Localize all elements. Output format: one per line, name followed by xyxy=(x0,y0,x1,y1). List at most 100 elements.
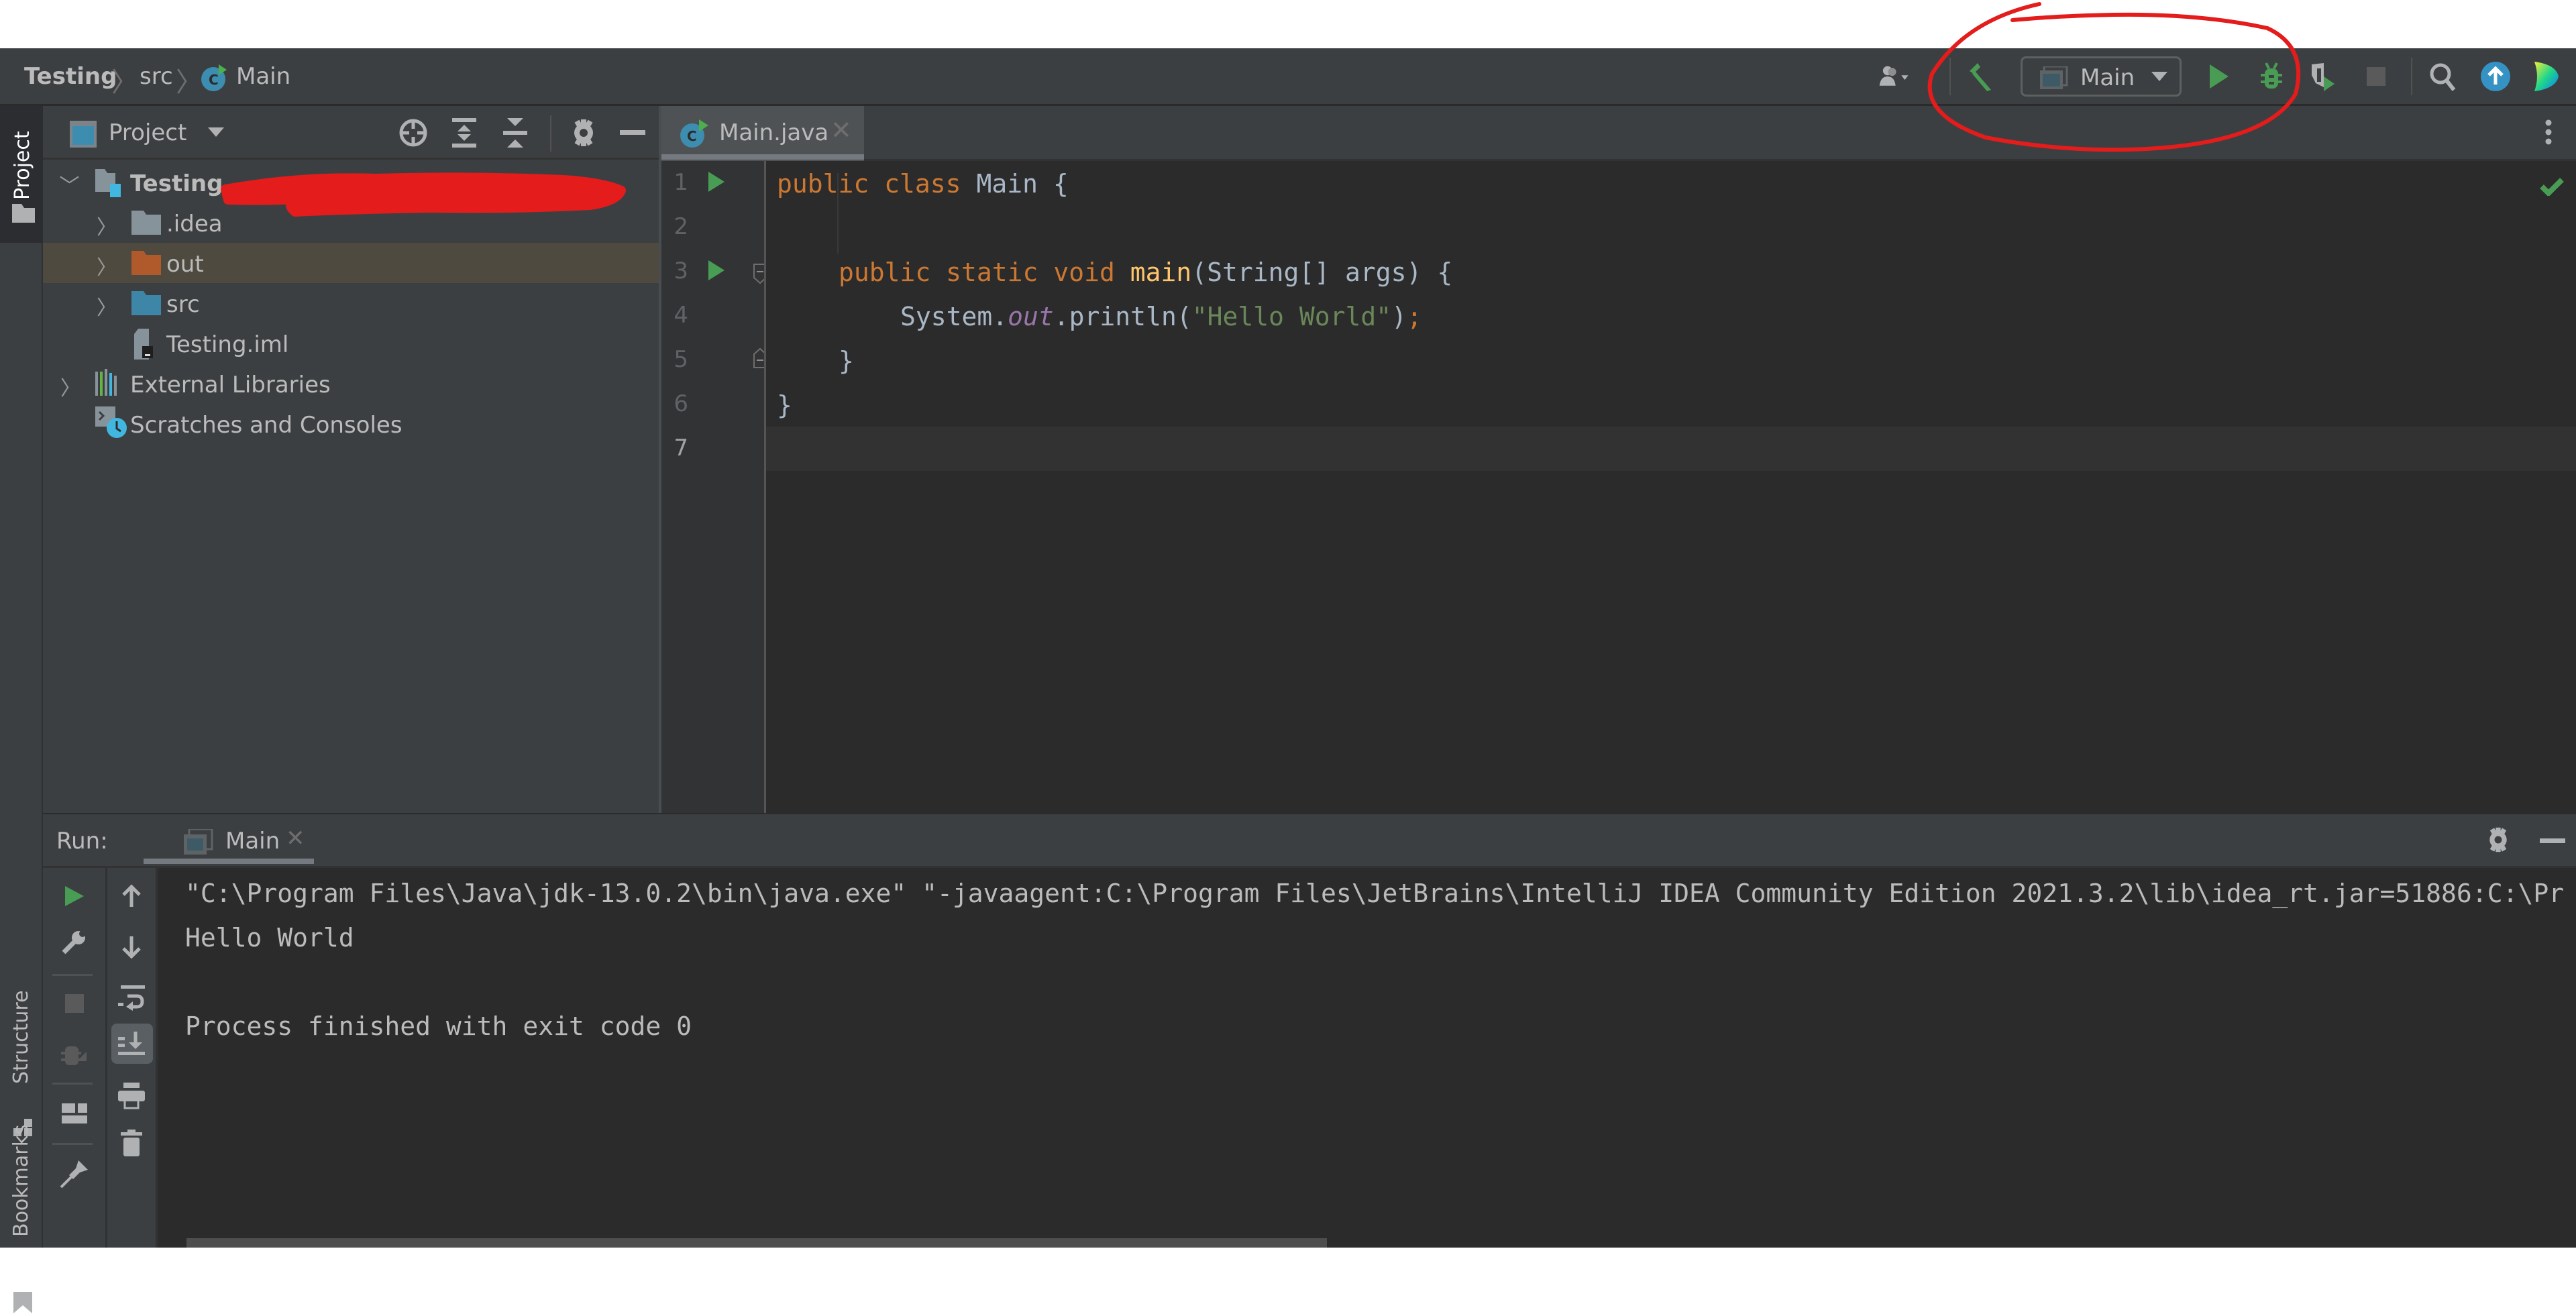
project-panel: Project 〉 Testing 〉 .idea 〉 out 〉 src Te… xyxy=(43,106,661,813)
minimize-icon[interactable] xyxy=(2540,838,2565,843)
collapse-all-icon[interactable] xyxy=(502,118,529,150)
run-with-coverage-icon[interactable] xyxy=(2308,60,2340,93)
chevron-right-icon[interactable]: 〉 xyxy=(97,291,117,321)
update-icon[interactable] xyxy=(2479,60,2512,93)
debug-restart-icon[interactable] xyxy=(43,1036,105,1076)
run-console-output[interactable]: "C:\Program Files\Java\jdk-13.0.2\bin\ja… xyxy=(158,868,2576,1248)
close-tab-icon[interactable]: ✕ xyxy=(286,825,305,852)
edit-configuration-wrench-icon[interactable] xyxy=(43,922,105,962)
tree-item-scratches[interactable]: Scratches and Consoles xyxy=(43,404,659,444)
toolbar-separator xyxy=(52,1143,93,1145)
run-tab-main[interactable]: Main ✕ xyxy=(144,814,318,867)
libraries-icon xyxy=(95,369,125,398)
toolbar-separator xyxy=(550,115,551,152)
project-view-icon xyxy=(70,121,97,150)
no-problems-check-icon[interactable] xyxy=(2540,177,2564,199)
editor-tab-main-java[interactable]: C Main.java ✕ xyxy=(661,106,864,161)
chevron-right-icon[interactable]: 〉 xyxy=(97,211,117,240)
svg-text:C: C xyxy=(209,72,219,88)
breadcrumb-separator: 〉 xyxy=(176,67,203,98)
arrow-down-icon[interactable] xyxy=(107,927,156,967)
active-tab-indicator xyxy=(661,154,864,160)
more-options-icon[interactable] xyxy=(2544,119,2553,149)
module-folder-icon xyxy=(95,169,122,201)
run-gutter-icon[interactable] xyxy=(707,259,726,284)
excluded-folder-icon xyxy=(131,251,161,278)
run-tab-label: Main xyxy=(225,828,280,855)
tool-tab-project[interactable]: Project xyxy=(0,106,43,243)
user-dropdown-icon[interactable] xyxy=(1878,60,1911,93)
java-class-icon: C xyxy=(679,118,710,152)
expand-all-icon[interactable] xyxy=(451,118,478,150)
line-number: 6 xyxy=(674,390,688,417)
jetbrains-toolbox-icon[interactable] xyxy=(2529,60,2561,93)
chevron-down-icon[interactable]: 〉 xyxy=(56,175,85,195)
run-icon[interactable] xyxy=(2203,60,2235,93)
console-horizontal-scrollbar[interactable] xyxy=(186,1238,1327,1248)
minimize-icon[interactable] xyxy=(620,130,645,135)
tool-tab-structure[interactable]: Structure xyxy=(0,938,43,1105)
chevron-right-icon[interactable]: 〉 xyxy=(60,372,80,401)
pin-icon[interactable] xyxy=(43,1154,105,1194)
run-configuration-selector[interactable]: Main xyxy=(2021,56,2182,97)
project-panel-header: Project xyxy=(43,106,661,160)
tool-tab-structure-label: Structure xyxy=(9,990,33,1084)
run-gutter-icon[interactable] xyxy=(707,170,726,196)
tree-item-testing[interactable]: 〉 Testing xyxy=(43,162,659,203)
close-tab-icon[interactable]: ✕ xyxy=(830,115,852,145)
gear-icon[interactable] xyxy=(2485,826,2512,856)
folder-icon xyxy=(131,211,161,237)
tree-label: out xyxy=(166,251,204,278)
bookmark-icon xyxy=(13,1292,32,1316)
code-line-1: public class Main { xyxy=(777,169,1069,199)
line-number: 3 xyxy=(674,258,688,284)
line-number: 5 xyxy=(674,346,688,373)
breadcrumb-main[interactable]: Main xyxy=(236,63,290,90)
search-icon[interactable] xyxy=(2427,60,2459,93)
tool-tab-bookmarks[interactable]: Bookmarks xyxy=(0,1099,43,1246)
left-tool-window-strip: Project Structure Bookmarks xyxy=(0,106,43,1313)
tree-item-src[interactable]: 〉 src xyxy=(43,283,659,323)
gear-icon[interactable] xyxy=(569,118,598,150)
breadcrumb-src[interactable]: src xyxy=(140,63,173,90)
stop-icon[interactable] xyxy=(2360,60,2392,93)
tree-label: External Libraries xyxy=(130,372,331,398)
run-config-icon xyxy=(184,828,213,859)
locate-icon[interactable] xyxy=(398,118,428,150)
iml-file-icon xyxy=(134,329,158,362)
run-config-label: Main xyxy=(2080,64,2135,91)
tree-item-external-libraries[interactable]: 〉 External Libraries xyxy=(43,364,659,404)
soft-wrap-icon[interactable] xyxy=(107,978,156,1018)
tree-label: Scratches and Consoles xyxy=(130,412,402,439)
breadcrumb-project[interactable]: Testing xyxy=(24,63,117,90)
source-folder-icon xyxy=(131,291,161,318)
tree-item-idea[interactable]: 〉 .idea xyxy=(43,203,659,243)
run-toolbar-primary xyxy=(43,868,107,1248)
toolbar-separator xyxy=(1949,58,1951,95)
line-number: 1 xyxy=(674,169,688,196)
svg-text:C: C xyxy=(687,128,697,144)
clear-all-trash-icon[interactable] xyxy=(107,1123,156,1163)
debug-icon[interactable] xyxy=(2255,60,2288,93)
run-label: Run: xyxy=(56,828,108,855)
current-line-highlight xyxy=(766,427,2576,471)
editor-tab-label: Main.java xyxy=(719,119,829,146)
layout-icon[interactable] xyxy=(43,1093,105,1134)
tool-tab-project-label: Project xyxy=(11,131,34,200)
arrow-up-icon[interactable] xyxy=(107,876,156,916)
tree-item-out[interactable]: 〉 out xyxy=(43,243,659,283)
editor-gutter: 1 2 3 4 5 6 7 xyxy=(661,161,767,813)
line-number: 2 xyxy=(674,213,688,240)
chevron-down-icon[interactable] xyxy=(208,127,224,141)
chevron-right-icon[interactable]: 〉 xyxy=(97,251,117,280)
print-icon[interactable] xyxy=(107,1076,156,1116)
stop-icon[interactable] xyxy=(43,983,105,1024)
build-hammer-icon[interactable] xyxy=(1964,60,1996,93)
scroll-to-end-icon[interactable] xyxy=(107,1024,156,1064)
code-line-6: } xyxy=(777,390,792,420)
rerun-icon[interactable] xyxy=(43,876,105,916)
project-view-selector[interactable]: Project xyxy=(109,119,186,146)
console-line-exit-status: Process finished with exit code 0 xyxy=(185,1011,692,1041)
line-number-current: 7 xyxy=(674,435,688,461)
tree-item-testing-iml[interactable]: Testing.iml xyxy=(43,323,659,364)
